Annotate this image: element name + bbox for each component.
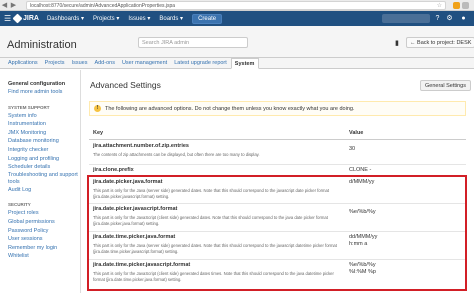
row-value[interactable]: CLONE - <box>349 167 371 174</box>
browser-toolbar: ◀ ▶ localhost:8770/secure/admin/Advanced… <box>0 0 474 11</box>
tab-projects[interactable]: Projects <box>42 58 69 69</box>
admin-shortcut-icon[interactable]: ▮ <box>395 39 399 47</box>
sidebar-item-logging[interactable]: Logging and profiling <box>8 155 80 164</box>
row-key: jira.attachment.number.of.zip.entries <box>93 143 189 149</box>
tab-applications[interactable]: Applications <box>5 58 42 69</box>
table-row[interactable]: jira.attachment.number.of.zip.entries Th… <box>89 141 466 165</box>
page-title: Administration <box>7 39 77 51</box>
back-arrow-icon[interactable]: ◀ <box>0 1 9 10</box>
gear-icon[interactable]: ⚙ <box>445 14 454 23</box>
sidebar-item-database-monitoring[interactable]: Database monitoring <box>8 137 80 146</box>
sidebar-item-global-permissions[interactable]: Global permissions <box>8 218 80 227</box>
sidebar-item-audit-log[interactable]: Audit Log <box>8 186 80 195</box>
sidebar-item-remember-login[interactable]: Remember my login <box>8 244 80 253</box>
sidebar-item-scheduler[interactable]: Scheduler details <box>8 163 80 172</box>
sidebar-find-tools[interactable]: Find more admin tools <box>8 88 80 97</box>
jira-logo[interactable]: JIRA <box>12 13 39 24</box>
url-text: localhost:8770/secure/admin/AdvancedAppl… <box>30 2 176 9</box>
tab-issues[interactable]: Issues <box>69 58 92 69</box>
highlight-box <box>87 175 467 291</box>
section-title: Advanced Settings <box>90 80 161 90</box>
warning-text: The following are advanced options. Do n… <box>105 105 355 112</box>
admin-header: Administration Search JIRA admin ▮ ← Bac… <box>0 26 474 58</box>
sidebar-heading[interactable]: General configuration <box>8 80 80 88</box>
sidebar-item-password-policy[interactable]: Password Policy <box>8 227 80 236</box>
menu-projects[interactable]: Projects ▾ <box>93 15 119 22</box>
logo-text: JIRA <box>23 15 39 22</box>
address-bar[interactable]: localhost:8770/secure/admin/AdvancedAppl… <box>26 1 446 10</box>
sidebar-item-project-roles[interactable]: Project roles <box>8 209 80 218</box>
sidebar-section-system-support: SYSTEM SUPPORT <box>8 104 50 110</box>
admin-tabs: Applications Projects Issues Add-ons Use… <box>0 58 474 69</box>
extension-icon[interactable] <box>453 2 460 9</box>
menu-issues[interactable]: Issues ▾ <box>128 15 150 22</box>
tab-system[interactable]: System <box>230 58 260 69</box>
sidebar-item-jmx-monitoring[interactable]: JMX Monitoring <box>8 129 80 138</box>
warning-icon: ! <box>94 105 101 112</box>
row-key: jira.clone.prefix <box>93 167 134 173</box>
create-button[interactable]: Create <box>192 13 223 24</box>
row-value[interactable]: 30 <box>349 146 355 153</box>
menu-icon[interactable] <box>462 2 469 9</box>
tab-latest-upgrade-report[interactable]: Latest upgrade report <box>171 58 231 69</box>
sidebar-item-troubleshooting[interactable]: Troubleshooting and support tools <box>8 172 78 186</box>
menu-dashboards[interactable]: Dashboards ▾ <box>47 15 84 22</box>
menu-boards[interactable]: Boards ▾ <box>159 15 183 22</box>
forward-arrow-icon[interactable]: ▶ <box>9 1 18 10</box>
sidebar-section-security: SECURITY <box>8 202 31 208</box>
back-to-project-button[interactable]: ← Back to project: DESK <box>406 37 474 48</box>
sidebar-item-whitelist[interactable]: Whitelist <box>8 252 80 261</box>
sidebar-item-instrumentation[interactable]: Instrumentation <box>8 120 80 129</box>
admin-search-input[interactable]: Search JIRA admin <box>138 37 248 48</box>
tab-add-ons[interactable]: Add-ons <box>91 58 119 69</box>
jira-header: ☰ JIRA Dashboards ▾ Projects ▾ Issues ▾ … <box>0 11 474 26</box>
jira-logo-icon <box>12 13 23 24</box>
row-description: The contents of zip attachments can be d… <box>93 152 260 157</box>
sidebar-item-user-sessions[interactable]: User sessions <box>8 235 80 244</box>
avatar[interactable]: ● <box>459 14 468 23</box>
tab-user-management[interactable]: User management <box>119 58 171 69</box>
general-settings-button[interactable]: General Settings <box>420 80 471 91</box>
column-header-key: Key <box>93 130 104 136</box>
column-header-value: Value <box>349 130 364 136</box>
star-icon[interactable]: ☆ <box>437 2 442 10</box>
header-search-input[interactable] <box>382 14 430 23</box>
sidebar: General configuration Find more admin to… <box>0 70 80 293</box>
sidebar-item-system-info[interactable]: System info <box>8 112 80 121</box>
help-icon[interactable]: ? <box>433 14 442 23</box>
header-divider <box>89 139 466 140</box>
warning-message: ! The following are advanced options. Do… <box>89 101 466 116</box>
sidebar-item-integrity-checker[interactable]: Integrity checker <box>8 146 80 155</box>
